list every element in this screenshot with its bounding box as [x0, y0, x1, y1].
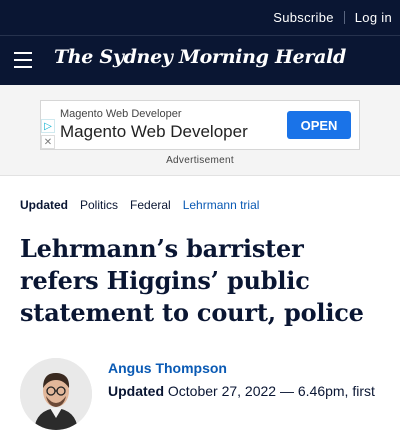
- ad-label: Advertisement: [166, 155, 234, 166]
- adchoices-icon[interactable]: ▷: [41, 119, 55, 133]
- ad-banner[interactable]: ▷ ✕ Magento Web Developer Magento Web De…: [40, 100, 360, 150]
- topbar-separator: [343, 11, 345, 24]
- subscribe-link[interactable]: Subscribe: [273, 10, 334, 25]
- article-dateline: Updated October 27, 2022 — 6.46pm, first: [108, 383, 375, 399]
- ad-big-title: Magento Web Developer: [60, 122, 248, 141]
- site-header: The Sydney Morning Herald: [0, 35, 400, 85]
- masthead-logo[interactable]: The Sydney Morning Herald: [40, 46, 360, 68]
- dateline-updated-label: Updated: [108, 383, 164, 399]
- ad-open-button[interactable]: OPEN: [287, 111, 351, 139]
- hamburger-menu-icon[interactable]: [14, 52, 34, 69]
- top-bar: Subscribe Log in: [0, 0, 400, 35]
- topic-tag-lehrmann-trial[interactable]: Lehrmann trial: [183, 198, 260, 212]
- breadcrumb-federal[interactable]: Federal: [130, 198, 171, 212]
- author-name-link[interactable]: Angus Thompson: [108, 360, 227, 376]
- ad-zone: ▷ ✕ Magento Web Developer Magento Web De…: [0, 85, 400, 175]
- article-headline: Lehrmann’s barrister refers Higgins’ pub…: [20, 234, 364, 327]
- breadcrumb-politics[interactable]: Politics: [80, 198, 118, 212]
- close-icon[interactable]: ✕: [41, 135, 55, 149]
- ad-icons: ▷ ✕: [41, 119, 57, 151]
- breadcrumb: Updated Politics Federal Lehrmann trial: [20, 198, 259, 212]
- section-divider: [0, 175, 400, 176]
- ad-small-title: Magento Web Developer: [60, 108, 182, 120]
- dateline-text: October 27, 2022 — 6.46pm, first: [167, 383, 375, 399]
- login-link[interactable]: Log in: [355, 10, 392, 25]
- updated-label: Updated: [20, 198, 68, 212]
- author-avatar[interactable]: [20, 358, 92, 430]
